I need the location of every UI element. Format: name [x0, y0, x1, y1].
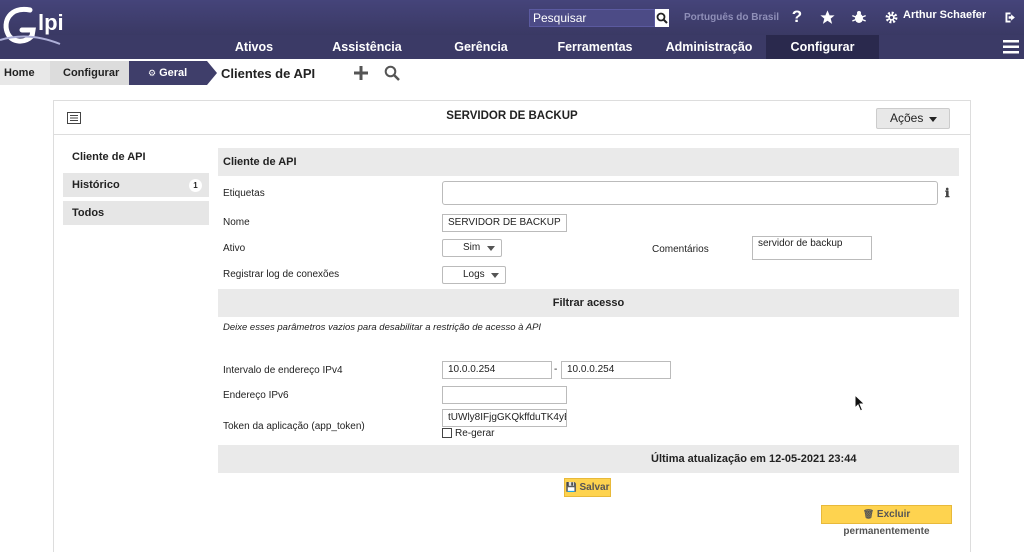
section-header-filter: Filtrar acesso: [218, 289, 959, 317]
api-client-form: Cliente de API: [218, 148, 959, 176]
ipv4-end-input[interactable]: 10.0.0.254: [561, 361, 671, 379]
mouse-cursor-icon: [854, 393, 866, 415]
tab-label: Cliente de API: [72, 151, 146, 163]
delete-label: Excluir permanentemente: [843, 509, 930, 537]
record-panel: SERVIDOR DE BACKUP Ações Cliente de API …: [53, 100, 971, 552]
section-header-api-client: Cliente de API: [218, 148, 959, 176]
comentarios-textarea[interactable]: servidor de backup: [752, 236, 872, 260]
star-icon[interactable]: [818, 8, 836, 26]
regenerate-checkbox[interactable]: [442, 428, 452, 438]
tabs-sidebar: Cliente de API Histórico 1 Todos: [63, 145, 209, 229]
nav-ferramentas[interactable]: Ferramentas: [548, 35, 642, 59]
token-input[interactable]: tUWly8IFjgGKQkffduTK4yEs: [442, 409, 567, 427]
breadcrumb-configurar[interactable]: Configurar: [50, 61, 130, 85]
nav-gerencia[interactable]: Gerência: [443, 35, 519, 59]
search-list-icon[interactable]: [384, 65, 402, 83]
ipv6-input[interactable]: [442, 386, 567, 404]
logout-icon[interactable]: [1001, 8, 1019, 26]
save-button[interactable]: 💾 Salvar: [564, 478, 611, 497]
search-icon: [656, 12, 668, 24]
gear-icon[interactable]: [882, 8, 900, 26]
actions-label: Ações: [890, 111, 924, 125]
breadcrumb-separator: [207, 61, 217, 85]
record-header: SERVIDOR DE BACKUP Ações: [54, 101, 970, 135]
search-button[interactable]: [655, 9, 669, 27]
log-value: Logs: [463, 269, 485, 280]
ipv4-label: Intervalo de endereço IPv4: [223, 365, 343, 376]
top-bar: [0, 0, 1024, 35]
tab-cliente-api[interactable]: Cliente de API: [63, 145, 209, 169]
breadcrumb-home[interactable]: Home: [0, 61, 52, 85]
comentarios-label: Comentários: [652, 244, 709, 255]
ativo-label: Ativo: [223, 243, 246, 254]
gear-small-icon: ⚙: [148, 68, 157, 78]
breadcrumb-geral-label: Geral: [159, 67, 188, 79]
add-icon[interactable]: [353, 65, 371, 83]
nav-administracao[interactable]: Administração: [660, 35, 758, 59]
ativo-select[interactable]: Sim: [442, 239, 502, 257]
tab-todos[interactable]: Todos: [63, 201, 209, 225]
tab-historico[interactable]: Histórico 1: [63, 173, 209, 197]
caret-down-icon: [491, 273, 499, 278]
help-icon[interactable]: ?: [788, 7, 806, 26]
ipv4-separator: -: [554, 364, 558, 375]
global-search-input[interactable]: [529, 9, 655, 27]
info-icon[interactable]: ℹ: [945, 186, 950, 200]
etiquetas-label: Etiquetas: [223, 188, 265, 199]
record-title: SERVIDOR DE BACKUP: [446, 110, 578, 122]
nav-assistencia[interactable]: Assistência: [322, 35, 412, 59]
delete-permanently-button[interactable]: 🗑 Excluir permanentemente: [821, 505, 952, 537]
count-badge: 1: [189, 179, 202, 192]
nav-ativos[interactable]: Ativos: [220, 35, 288, 59]
token-label: Token da aplicação (app_token): [223, 421, 365, 432]
caret-down-icon: [487, 246, 495, 251]
trash-icon: 🗑: [862, 509, 875, 519]
log-select[interactable]: Logs: [442, 266, 506, 284]
log-label: Registrar log de conexões: [223, 269, 340, 280]
regenerate-label: Re-gerar: [455, 428, 495, 439]
svg-text:lpi: lpi: [38, 10, 64, 35]
last-updated-bar: Última atualização em 12-05-2021 23:44: [218, 445, 959, 473]
breadcrumb-geral[interactable]: ⚙ Geral: [129, 61, 207, 85]
floppy-icon: 💾: [565, 482, 577, 492]
ipv4-start-input[interactable]: 10.0.0.254: [442, 361, 552, 379]
actions-dropdown[interactable]: Ações: [876, 108, 950, 129]
save-label: Salvar: [579, 482, 610, 493]
glpi-logo[interactable]: lpi: [0, 0, 90, 59]
nome-input[interactable]: SERVIDOR DE BACKUP: [442, 214, 567, 232]
user-profile-link[interactable]: Arthur Schaefer: [903, 9, 986, 21]
ativo-value: Sim: [463, 242, 481, 253]
etiquetas-input[interactable]: [442, 181, 938, 205]
breadcrumb: Home Configurar ⚙ Geral Clientes de API: [0, 61, 1024, 85]
search-field[interactable]: [530, 10, 654, 26]
language-selector[interactable]: Português do Brasil: [684, 12, 779, 23]
bug-icon[interactable]: [850, 8, 868, 26]
nome-label: Nome: [223, 217, 250, 228]
caret-down-icon: [929, 117, 937, 122]
page-title[interactable]: Clientes de API: [221, 66, 315, 81]
tab-label: Todos: [72, 207, 105, 219]
filter-hint: Deixe esses parâmetros vazios para desab…: [223, 322, 542, 333]
tab-label: Histórico: [72, 179, 120, 191]
nav-configurar[interactable]: Configurar: [766, 35, 879, 59]
menu-hamburger-icon[interactable]: [1003, 40, 1019, 54]
ipv6-label: Endereço IPv6: [223, 390, 289, 401]
